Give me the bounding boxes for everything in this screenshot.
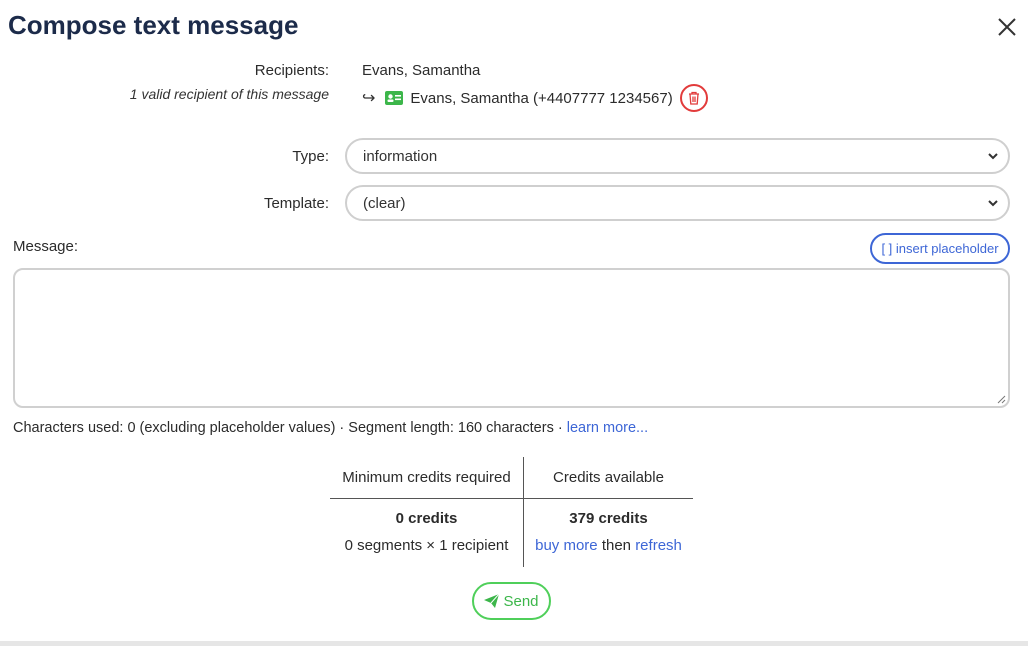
send-label: Send: [503, 592, 539, 610]
type-select-value: information: [363, 147, 438, 165]
close-button[interactable]: [994, 14, 1020, 40]
buy-more-link[interactable]: buy more: [535, 537, 598, 554]
insert-placeholder-button[interactable]: [ ] insert placeholder: [870, 233, 1010, 264]
trash-icon: [688, 91, 699, 105]
then-text: then: [601, 537, 632, 554]
chevron-down-icon: [988, 153, 998, 160]
dialog-title: Compose text message: [8, 10, 299, 40]
chevron-down-icon: [988, 200, 998, 207]
credits-row-divider: [330, 498, 693, 499]
type-label: Type:: [292, 148, 329, 165]
valid-recipient-note: 1 valid recipient of this message: [129, 86, 329, 102]
template-label: Template:: [263, 195, 329, 212]
dialog-bottom-edge: [0, 641, 1028, 646]
recipient-entry: ↪ Evans, Samantha (+4407777 1234567): [362, 84, 708, 112]
send-button[interactable]: Send: [472, 582, 551, 620]
min-credits-detail: 0 segments × 1 recipient: [344, 537, 509, 554]
recipient-contact-text: Evans, Samantha (+4407777 1234567): [410, 89, 673, 107]
min-credits-header: Minimum credits required: [342, 469, 511, 486]
credits-table: Minimum credits required Credits availab…: [330, 457, 693, 567]
resize-handle-icon[interactable]: [996, 394, 1006, 404]
refresh-link[interactable]: refresh: [635, 537, 682, 554]
remove-recipient-button[interactable]: [679, 84, 708, 112]
learn-more-link[interactable]: learn more...: [567, 420, 648, 436]
template-select-value: (clear): [363, 194, 406, 212]
template-select[interactable]: (clear): [345, 185, 1010, 221]
credits-actions: buy more then refresh: [524, 537, 693, 554]
recipients-label: Recipients:: [254, 62, 329, 79]
message-label: Message:: [13, 238, 79, 255]
credits-available-header: Credits available: [553, 469, 664, 486]
close-icon: [998, 18, 1016, 36]
recipients-name: Evans, Samantha: [362, 62, 481, 79]
message-textarea[interactable]: [13, 268, 1010, 408]
type-select[interactable]: information: [345, 138, 1010, 174]
paper-plane-icon: [484, 594, 500, 608]
character-info-text: Characters used: 0 (excluding placeholde…: [13, 420, 567, 436]
return-arrow-icon: ↪: [362, 90, 376, 107]
credits-available-value: 379 credits: [569, 510, 648, 527]
min-credits-value: 0 credits: [395, 510, 458, 527]
contact-card-icon: [385, 91, 404, 105]
character-info: Characters used: 0 (excluding placeholde…: [13, 420, 648, 436]
